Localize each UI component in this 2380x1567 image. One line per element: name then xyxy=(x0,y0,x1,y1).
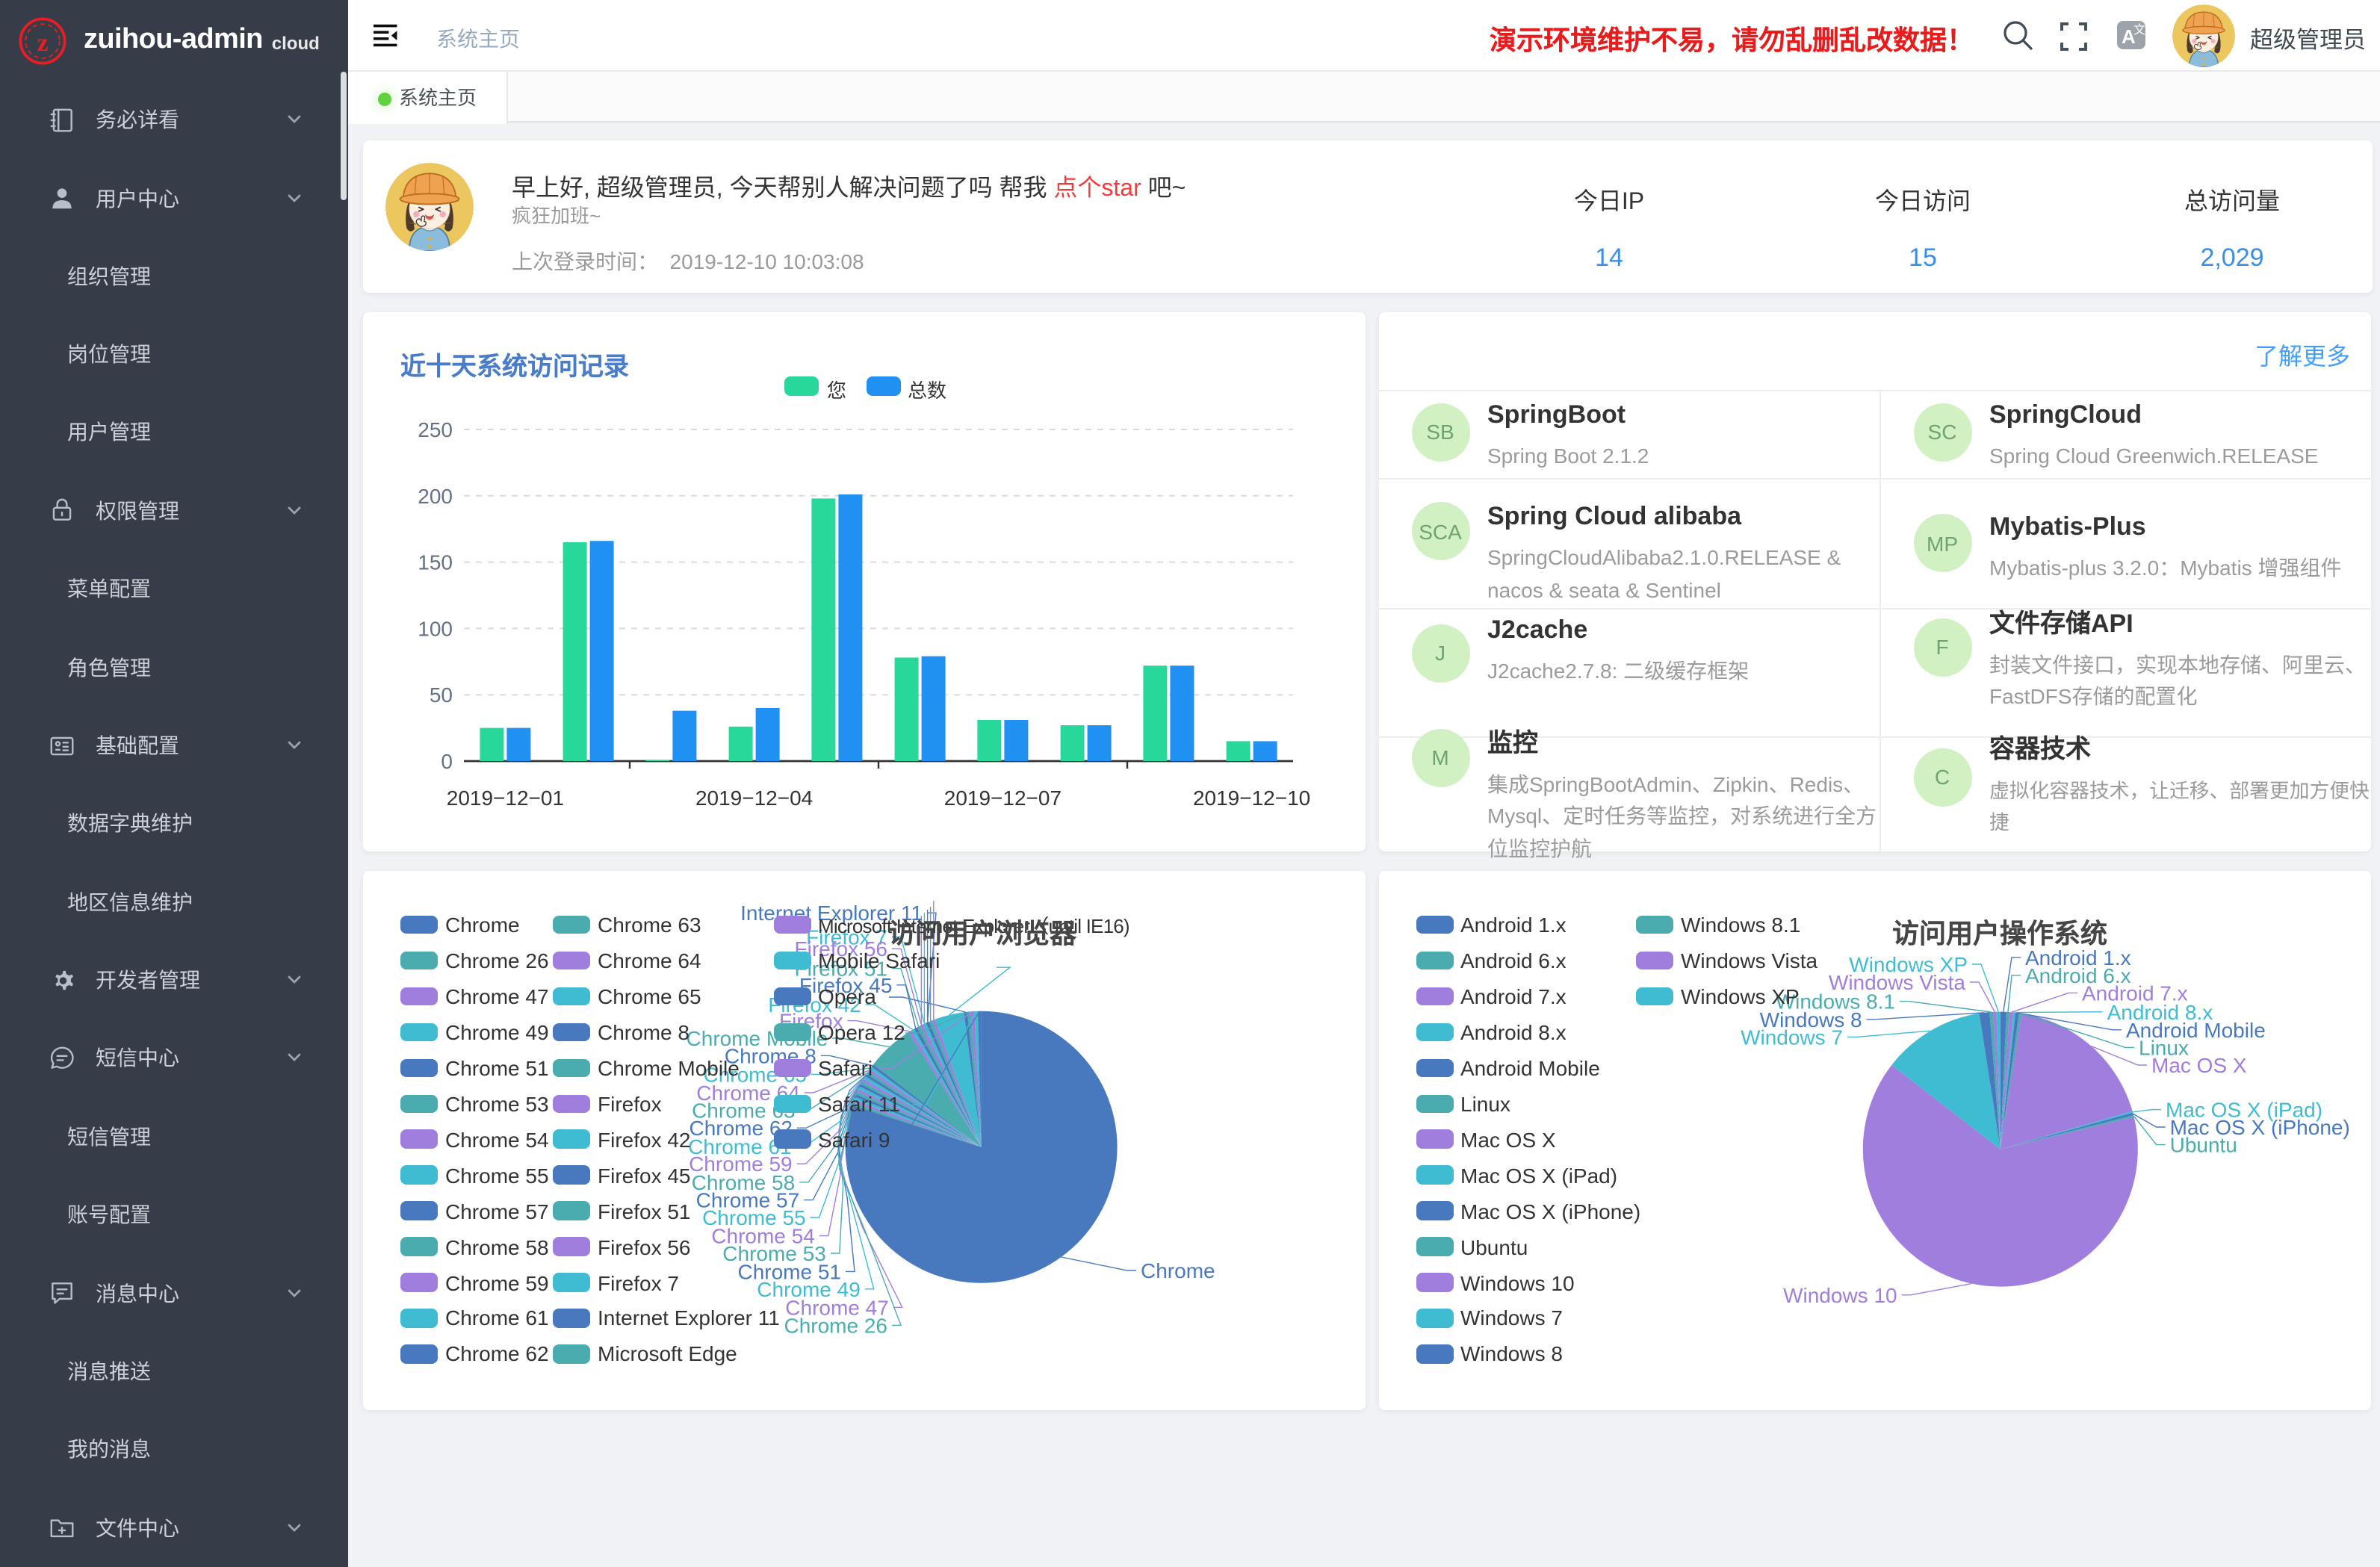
svg-text:250: 250 xyxy=(417,418,452,441)
svg-text:Windows 7: Windows 7 xyxy=(1740,1025,1842,1048)
svg-text:150: 150 xyxy=(417,550,452,574)
svg-text:2019−12−01: 2019−12−01 xyxy=(446,786,563,809)
svg-text:Windows 10: Windows 10 xyxy=(1782,1283,1897,1306)
svg-text:Chrome 26: Chrome 26 xyxy=(783,1313,887,1336)
svg-text:Mac OS X: Mac OS X xyxy=(2151,1053,2246,1076)
svg-text:z: z xyxy=(37,28,48,56)
svg-text:0: 0 xyxy=(440,749,452,772)
svg-text:Chrome: Chrome xyxy=(1140,1259,1215,1282)
svg-text:2019−12−07: 2019−12−07 xyxy=(943,786,1061,809)
svg-text:2019−12−10: 2019−12−10 xyxy=(1192,786,1310,809)
svg-text:文: 文 xyxy=(2133,22,2145,36)
svg-text:100: 100 xyxy=(417,616,452,639)
svg-text:50: 50 xyxy=(429,683,452,706)
svg-text:Ubuntu: Ubuntu xyxy=(2169,1133,2237,1156)
svg-text:2019−12−04: 2019−12−04 xyxy=(695,786,812,809)
svg-text:200: 200 xyxy=(417,484,452,507)
